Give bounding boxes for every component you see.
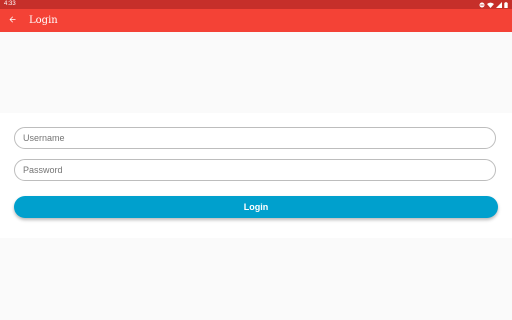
page-title: Login (29, 15, 58, 26)
app-bar: Login (0, 9, 512, 32)
do-not-disturb-icon (479, 2, 485, 8)
password-input[interactable] (14, 159, 496, 181)
login-button[interactable]: Login (14, 196, 498, 218)
status-time: 4:33 (4, 1, 16, 7)
status-bar: 4:33 (0, 0, 512, 9)
back-button[interactable] (5, 13, 19, 27)
arrow-back-icon (8, 11, 17, 29)
wifi-icon (487, 2, 494, 8)
login-form: Login (0, 113, 512, 238)
username-input[interactable] (14, 127, 496, 149)
cell-signal-icon (496, 1, 502, 8)
battery-icon (504, 1, 508, 8)
status-icons (479, 0, 508, 9)
